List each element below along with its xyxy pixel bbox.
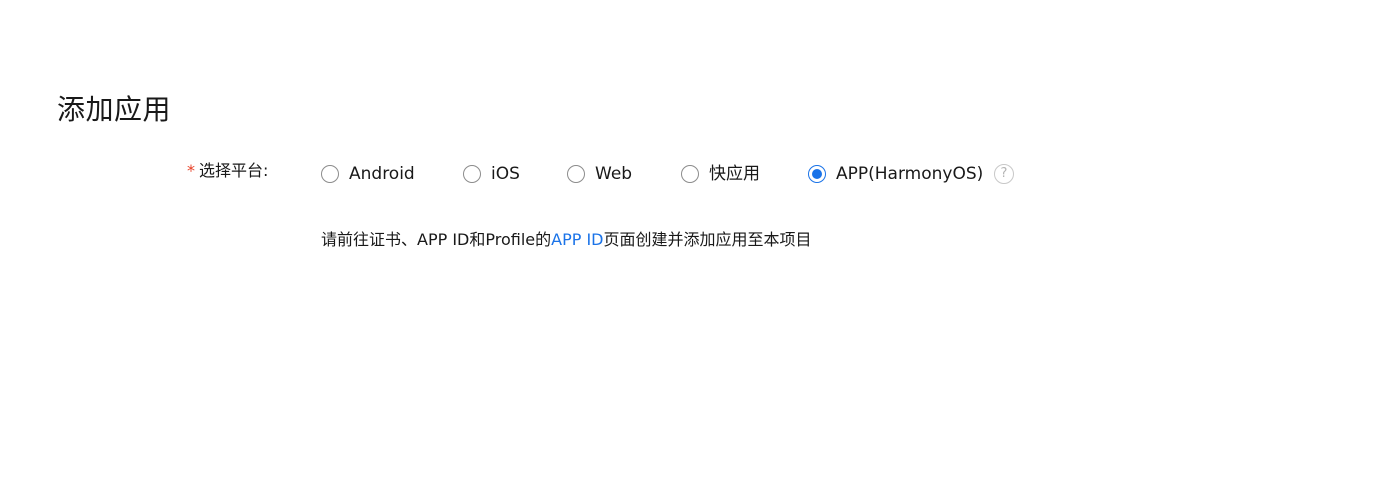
hint-suffix: 页面创建并添加应用至本项目 <box>603 230 812 249</box>
radio-option-ios[interactable]: iOS <box>463 162 520 186</box>
radio-web[interactable] <box>567 165 585 183</box>
radio-label-harmonyos: APP(HarmonyOS) <box>836 164 984 184</box>
page-title: 添加应用 <box>57 93 172 126</box>
platform-label: * 选择平台: <box>187 160 268 182</box>
radio-option-android[interactable]: Android <box>321 162 415 186</box>
radio-quickapp[interactable] <box>681 165 699 183</box>
platform-select-row: * 选择平台: Android iOS Web 快应用 APP(HarmonyOS… <box>0 156 1382 192</box>
add-app-page: 添加应用 * 选择平台: Android iOS Web 快应用 APP(Harm… <box>0 0 1382 500</box>
radio-option-quickapp[interactable]: 快应用 <box>681 162 760 186</box>
question-circle-icon[interactable]: ? <box>994 164 1014 184</box>
required-mark: * <box>187 161 195 180</box>
app-id-link[interactable]: APP ID <box>551 230 603 249</box>
hint-prefix: 请前往证书、APP ID和Profile的 <box>321 230 552 249</box>
radio-android[interactable] <box>321 165 339 183</box>
radio-label-web: Web <box>595 164 633 184</box>
radio-option-web[interactable]: Web <box>567 162 632 186</box>
radio-label-quickapp: 快应用 <box>709 164 760 184</box>
radio-harmonyos[interactable] <box>808 165 826 183</box>
platform-label-text: 选择平台: <box>199 161 269 180</box>
radio-label-android: Android <box>349 164 415 184</box>
hint-text: 请前往证书、APP ID和Profile的APP ID页面创建并添加应用至本项目 <box>321 228 812 252</box>
radio-option-harmonyos[interactable]: APP(HarmonyOS) <box>808 162 983 186</box>
radio-label-ios: iOS <box>491 164 520 184</box>
radio-ios[interactable] <box>463 165 481 183</box>
